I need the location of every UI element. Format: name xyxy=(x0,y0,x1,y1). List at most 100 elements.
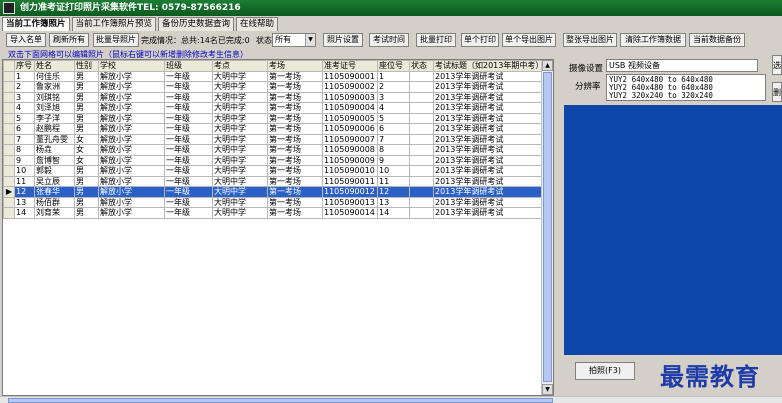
table-cell[interactable]: 9 xyxy=(377,154,410,166)
table-cell[interactable]: 杨佰群 xyxy=(34,196,75,208)
row-indicator[interactable] xyxy=(3,91,15,103)
single-print-button[interactable]: 单个打印 xyxy=(461,33,499,47)
table-cell[interactable]: 张春华 xyxy=(34,186,75,198)
row-indicator[interactable] xyxy=(3,175,15,187)
table-cell[interactable] xyxy=(409,70,434,82)
table-row[interactable]: 3 刘琪铭男解放小学 一年级 大明中学 第一考场 1105090003 3 2013学年调研考… xyxy=(3,91,546,103)
table-cell[interactable]: 一年级 xyxy=(164,207,213,219)
table-cell[interactable]: 4 xyxy=(377,102,410,114)
table-cell[interactable]: 第一考场 xyxy=(267,70,323,82)
table-cell[interactable]: 大明中学 xyxy=(212,196,268,208)
table-cell[interactable]: 13 xyxy=(377,196,410,208)
table-row[interactable]: 11 吴立辰男解放小学 一年级 大明中学 第一考场 1105090011 11 2013学年调… xyxy=(3,175,546,187)
column-header[interactable]: 性别 xyxy=(74,60,99,72)
table-cell[interactable]: 解放小学 xyxy=(98,91,165,103)
table-cell[interactable]: 第一考场 xyxy=(267,144,323,156)
table-cell[interactable]: 第一考场 xyxy=(267,123,323,135)
table-cell[interactable]: 大明中学 xyxy=(212,186,268,198)
table-cell[interactable]: 大明中学 xyxy=(212,91,268,103)
table-cell[interactable]: 4 xyxy=(14,102,35,114)
table-cell[interactable] xyxy=(409,144,434,156)
column-header[interactable]: 座位号 xyxy=(377,60,410,72)
row-indicator[interactable] xyxy=(3,123,15,135)
table-cell[interactable]: 解放小学 xyxy=(98,112,165,124)
table-cell[interactable]: 9 xyxy=(14,154,35,166)
column-header[interactable]: 状态 xyxy=(409,60,434,72)
table-cell[interactable]: 1105090003 xyxy=(322,91,378,103)
table-cell[interactable]: 赵鹏程 xyxy=(34,123,75,135)
exam-time-button[interactable]: 考试时间 xyxy=(369,33,409,47)
table-cell[interactable]: 2013学年调研考试 xyxy=(432,207,546,219)
table-cell[interactable]: 男 xyxy=(74,102,99,114)
column-header[interactable]: 考试标题（如2013年期中考） xyxy=(432,60,546,72)
table-cell[interactable]: 3 xyxy=(14,91,35,103)
table-cell[interactable]: 男 xyxy=(74,207,99,219)
table-cell[interactable]: 解放小学 xyxy=(98,70,165,82)
table-cell[interactable]: 一年级 xyxy=(164,165,213,177)
table-cell[interactable]: 8 xyxy=(14,144,35,156)
table-cell[interactable]: 2013学年调研考试 xyxy=(432,112,546,124)
table-cell[interactable]: 李子洋 xyxy=(34,112,75,124)
table-cell[interactable]: 大明中学 xyxy=(212,70,268,82)
table-cell[interactable]: 大明中学 xyxy=(212,81,268,93)
table-cell[interactable]: 1105090008 xyxy=(322,144,378,156)
table-cell[interactable]: 大明中学 xyxy=(212,123,268,135)
table-cell[interactable] xyxy=(409,112,434,124)
table-cell[interactable] xyxy=(409,165,434,177)
table-cell[interactable] xyxy=(409,81,434,93)
table-cell[interactable]: 2013学年调研考试 xyxy=(432,123,546,135)
table-cell[interactable]: 解放小学 xyxy=(98,133,165,145)
table-cell[interactable]: 2013学年调研考试 xyxy=(432,196,546,208)
table-cell[interactable]: 10 xyxy=(377,165,410,177)
table-row[interactable]: 14 刘育荣男解放小学 一年级 大明中学 第一考场 1105090014 14 2013学年调… xyxy=(3,207,546,219)
column-header[interactable]: 考场 xyxy=(267,60,323,72)
table-cell[interactable]: 第一考场 xyxy=(267,91,323,103)
tab-history-query[interactable]: 备份历史数据查询 xyxy=(158,17,235,31)
table-cell[interactable]: 1105090010 xyxy=(322,165,378,177)
table-row[interactable]: 10 郭毅男解放小学 一年级 大明中学 第一考场 1105090010 10 2013学年调研… xyxy=(3,165,546,177)
table-cell[interactable] xyxy=(409,207,434,219)
backup-current-button[interactable]: 当前数据备份 xyxy=(689,33,745,47)
table-cell[interactable]: 1105090004 xyxy=(322,102,378,114)
row-indicator[interactable] xyxy=(3,144,15,156)
table-cell[interactable] xyxy=(409,123,434,135)
table-cell[interactable]: 14 xyxy=(14,207,35,219)
table-cell[interactable]: 一年级 xyxy=(164,91,213,103)
table-cell[interactable]: 刘育荣 xyxy=(34,207,75,219)
table-cell[interactable]: 10 xyxy=(14,165,35,177)
table-cell[interactable]: 2013学年调研考试 xyxy=(432,133,546,145)
table-cell[interactable]: 5 xyxy=(377,112,410,124)
table-cell[interactable]: 1105090012 xyxy=(322,186,378,198)
table-cell[interactable]: 一年级 xyxy=(164,70,213,82)
table-cell[interactable]: 一年级 xyxy=(164,112,213,124)
table-cell[interactable]: 一年级 xyxy=(164,123,213,135)
table-cell[interactable]: 6 xyxy=(14,123,35,135)
table-cell[interactable]: 1105090006 xyxy=(322,123,378,135)
table-cell[interactable]: 2013学年调研考试 xyxy=(432,186,546,198)
single-export-button[interactable]: 单个导出图片 xyxy=(502,33,556,47)
table-cell[interactable]: 8 xyxy=(377,144,410,156)
table-cell[interactable]: 男 xyxy=(74,112,99,124)
table-cell[interactable] xyxy=(409,91,434,103)
table-cell[interactable]: 1105090005 xyxy=(322,112,378,124)
table-cell[interactable]: 2013学年调研考试 xyxy=(432,165,546,177)
table-cell[interactable]: 一年级 xyxy=(164,144,213,156)
table-cell[interactable]: 7 xyxy=(377,133,410,145)
table-cell[interactable]: 1105090011 xyxy=(322,175,378,187)
horizontal-scroll-thumb[interactable] xyxy=(8,398,553,403)
table-cell[interactable]: 11 xyxy=(14,175,35,187)
row-indicator[interactable] xyxy=(3,133,15,145)
table-cell[interactable]: 郭毅 xyxy=(34,165,75,177)
table-cell[interactable]: 第一考场 xyxy=(267,175,323,187)
table-cell[interactable]: 男 xyxy=(74,91,99,103)
table-cell[interactable]: 解放小学 xyxy=(98,144,165,156)
table-cell[interactable]: 男 xyxy=(74,165,99,177)
table-cell[interactable]: 解放小学 xyxy=(98,207,165,219)
row-indicator[interactable] xyxy=(3,102,15,114)
scroll-up-icon[interactable]: ▲ xyxy=(542,60,553,71)
table-cell[interactable]: 2013学年调研考试 xyxy=(432,154,546,166)
table-cell[interactable]: 1105090002 xyxy=(322,81,378,93)
batch-import-photos-button[interactable]: 批量导照片 xyxy=(93,33,139,47)
delete-side-button[interactable]: 删 xyxy=(772,82,782,102)
table-cell[interactable]: 6 xyxy=(377,123,410,135)
